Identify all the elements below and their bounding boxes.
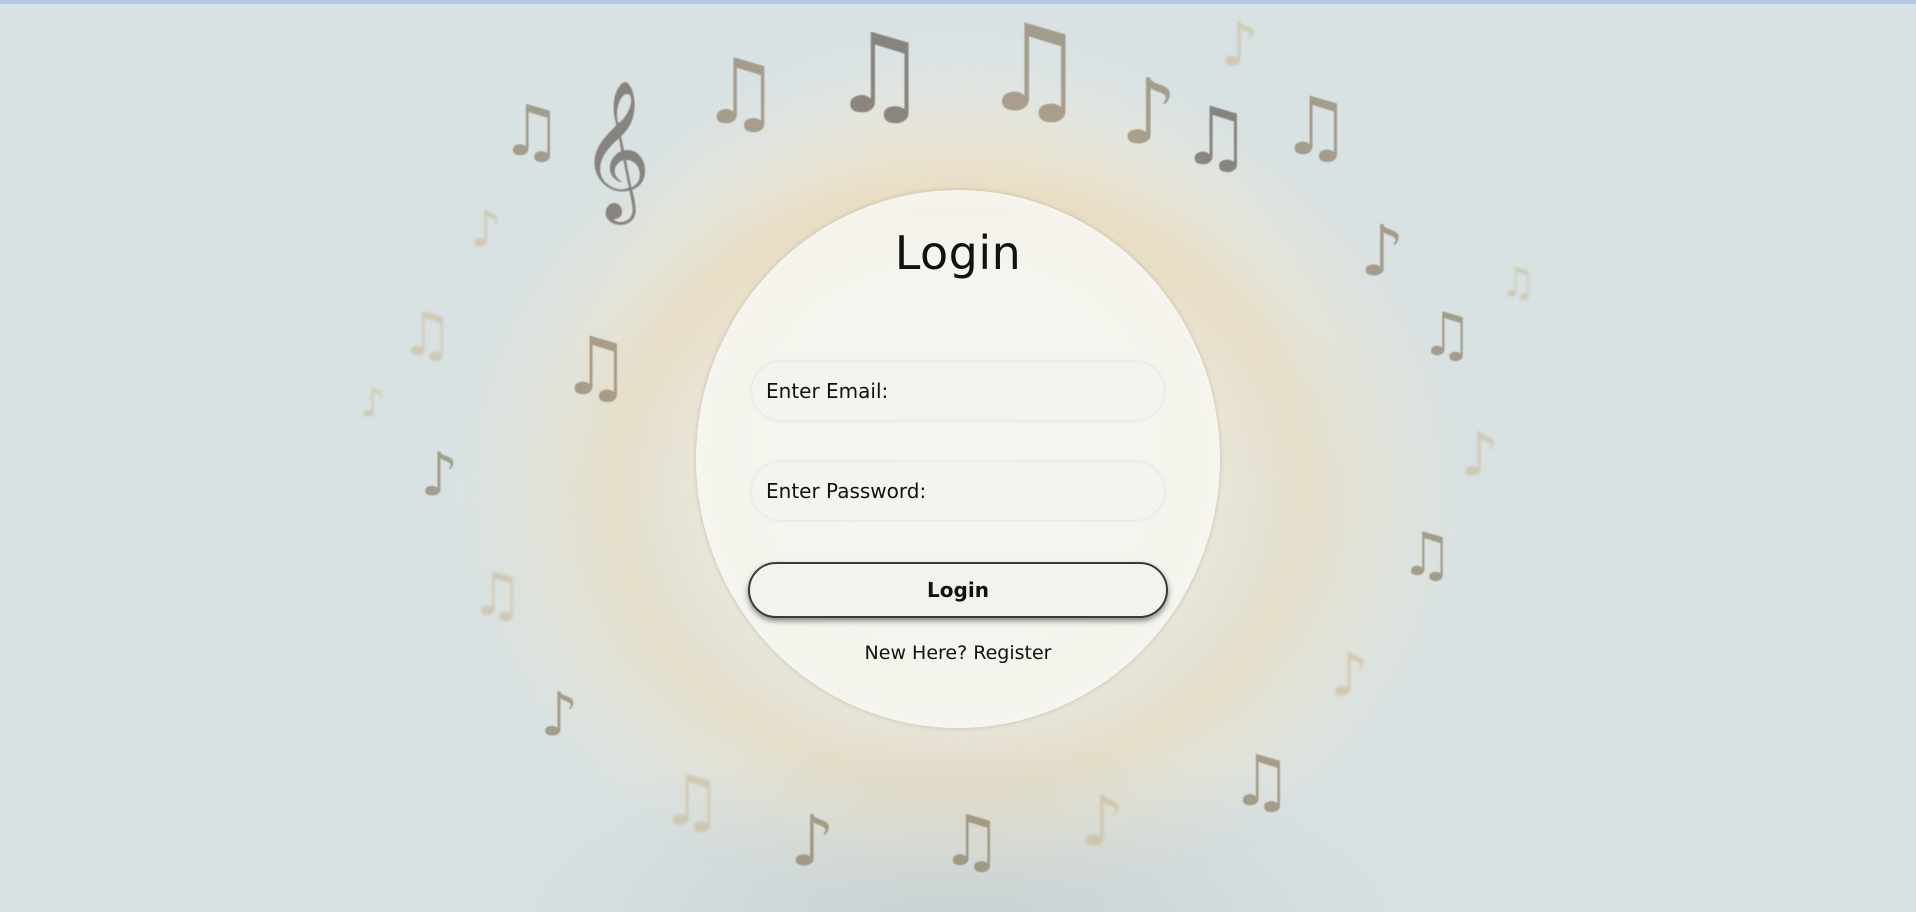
login-title: Login bbox=[894, 226, 1022, 280]
music-note-icon: ♫ bbox=[830, 10, 929, 138]
music-note-icon: ♪ bbox=[360, 380, 386, 426]
music-note-icon: ♫ bbox=[470, 560, 524, 630]
music-note-icon: ♫ bbox=[660, 760, 723, 842]
music-note-icon: ♪ bbox=[1460, 420, 1499, 490]
register-prompt-text: New Here? bbox=[864, 642, 974, 664]
music-note-icon: ♪ bbox=[1080, 780, 1125, 862]
music-note-icon: ♫ bbox=[940, 800, 1003, 882]
music-note-icon: ♫ bbox=[1230, 740, 1293, 822]
music-note-icon: ♪ bbox=[1330, 640, 1369, 710]
music-note-icon: ♫ bbox=[700, 40, 781, 145]
music-note-icon: ♫ bbox=[1420, 300, 1474, 370]
music-note-icon: ♫ bbox=[1400, 520, 1454, 590]
password-input[interactable] bbox=[752, 462, 1164, 520]
login-button[interactable]: Login bbox=[748, 562, 1168, 618]
register-prompt: New Here? Register bbox=[696, 642, 1220, 664]
music-note-icon: ♫ bbox=[980, 0, 1088, 139]
top-border bbox=[0, 0, 1916, 4]
music-note-icon: ♫ bbox=[500, 90, 563, 172]
email-field-wrapper bbox=[752, 362, 1164, 420]
music-note-icon: ♪ bbox=[420, 440, 459, 510]
music-note-icon: ♪ bbox=[540, 680, 579, 750]
music-note-icon: ♫ bbox=[1280, 80, 1352, 173]
music-note-icon: ♪ bbox=[1120, 60, 1178, 165]
music-note-icon: ♪ bbox=[790, 800, 835, 882]
music-note-icon: ♪ bbox=[470, 200, 502, 258]
email-input[interactable] bbox=[752, 362, 1164, 420]
treble-clef-icon: 𝄞 bbox=[580, 80, 651, 219]
music-note-icon: ♫ bbox=[1500, 260, 1536, 306]
login-card: Login Login New Here? Register bbox=[696, 190, 1220, 728]
music-note-icon: ♫ bbox=[1180, 90, 1252, 183]
music-note-icon: ♫ bbox=[560, 320, 632, 413]
password-field-wrapper bbox=[752, 462, 1164, 520]
music-note-icon: ♪ bbox=[1360, 210, 1405, 292]
register-link[interactable]: Register bbox=[973, 642, 1051, 664]
music-note-icon: ♫ bbox=[400, 300, 454, 370]
music-note-icon: ♪ bbox=[1220, 10, 1259, 80]
